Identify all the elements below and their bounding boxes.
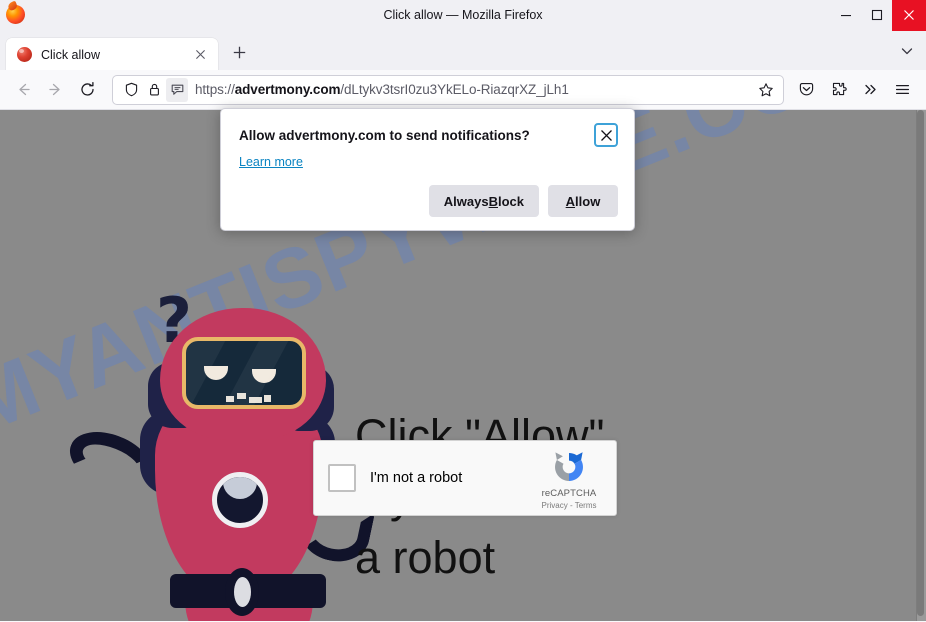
recaptcha-widget[interactable]: I'm not a robot reCAPTCHA Privacy - Term…: [313, 440, 617, 516]
padlock-icon[interactable]: [143, 78, 165, 102]
recaptcha-brand-name: reCAPTCHA: [541, 487, 597, 499]
dialog-title: Allow advertmony.com to send notificatio…: [239, 128, 530, 143]
title-bar: Click allow — Mozilla Firefox: [0, 0, 926, 31]
always-block-accel: B: [488, 193, 498, 209]
robot-belt-buckle: [225, 568, 259, 616]
pocket-icon[interactable]: [791, 74, 822, 105]
recaptcha-branding: reCAPTCHA Privacy - Terms: [528, 447, 610, 510]
allow-suffix: llow: [575, 193, 601, 209]
tab-strip: Click allow: [0, 31, 926, 71]
robot-right-eye: [252, 369, 276, 383]
new-tab-button[interactable]: [224, 37, 255, 68]
allow-button[interactable]: Allow: [548, 185, 618, 217]
scrollbar-thumb[interactable]: [917, 110, 924, 616]
tab-close-icon[interactable]: [191, 45, 210, 64]
notification-permission-icon[interactable]: [166, 77, 188, 102]
dialog-actions: Always Block Allow: [239, 185, 618, 217]
overflow-chevrons-icon[interactable]: [855, 74, 886, 105]
star-bookmark-icon[interactable]: [753, 77, 779, 103]
extensions-puzzle-icon[interactable]: [823, 74, 854, 105]
dialog-close-icon[interactable]: [594, 123, 618, 147]
maximize-button[interactable]: [861, 0, 892, 31]
robot-mouth: [226, 393, 272, 403]
browser-tab[interactable]: Click allow: [6, 38, 218, 71]
address-bar[interactable]: https://advertmony.com/dLtykv3tsrI0zu3Yk…: [112, 74, 784, 105]
allow-accel: A: [565, 193, 576, 209]
window-controls: [830, 0, 926, 31]
recaptcha-logo-icon: [549, 447, 589, 487]
tabstrip-right-group: [892, 36, 922, 66]
list-all-tabs-chevron-down-icon[interactable]: [892, 36, 922, 66]
tab-title: Click allow: [41, 47, 101, 62]
identity-box: [120, 77, 188, 102]
close-button[interactable]: [892, 0, 926, 31]
navigation-toolbar: https://advertmony.com/dLtykv3tsrI0zu3Yk…: [0, 70, 926, 110]
always-block-button[interactable]: Always Block: [428, 185, 539, 217]
always-block-prefix: Always: [443, 193, 489, 209]
hamburger-menu-icon[interactable]: [887, 74, 918, 105]
always-block-suffix: lock: [497, 193, 524, 209]
window-title: Click allow — Mozilla Firefox: [383, 8, 543, 22]
firefox-app-icon: [5, 4, 27, 26]
firefox-browser-window: Click allow — Mozilla Firefox Click allo…: [0, 0, 926, 622]
recaptcha-label: I'm not a robot: [370, 470, 463, 486]
robot-left-eye: [204, 366, 228, 380]
url-path: /dLtykv3tsrI0zu3YkELo-RiazqrXZ_jLh1: [340, 82, 569, 97]
heading-line-3: a robot: [355, 532, 496, 583]
tracking-protection-shield-icon[interactable]: [120, 78, 142, 102]
dialog-header-row: Allow advertmony.com to send notificatio…: [239, 123, 618, 147]
url-host: advertmony.com: [234, 82, 341, 97]
tab-favicon-icon: [17, 47, 32, 62]
minimize-button[interactable]: [830, 0, 861, 31]
recaptcha-privacy-terms[interactable]: Privacy - Terms: [528, 501, 610, 510]
reload-icon[interactable]: [72, 74, 103, 105]
robot-chest-light: [212, 472, 268, 528]
forward-arrow-icon[interactable]: [40, 74, 71, 105]
learn-more-link[interactable]: Learn more: [239, 155, 303, 169]
url-scheme: https://: [195, 82, 235, 97]
back-arrow-icon[interactable]: [8, 74, 39, 105]
url-text[interactable]: https://advertmony.com/dLtykv3tsrI0zu3Yk…: [195, 82, 751, 97]
vertical-scrollbar[interactable]: [916, 110, 926, 621]
recaptcha-checkbox[interactable]: [328, 464, 356, 492]
notification-permission-dialog: Allow advertmony.com to send notificatio…: [220, 108, 635, 231]
robot-visor-face: [182, 337, 306, 409]
